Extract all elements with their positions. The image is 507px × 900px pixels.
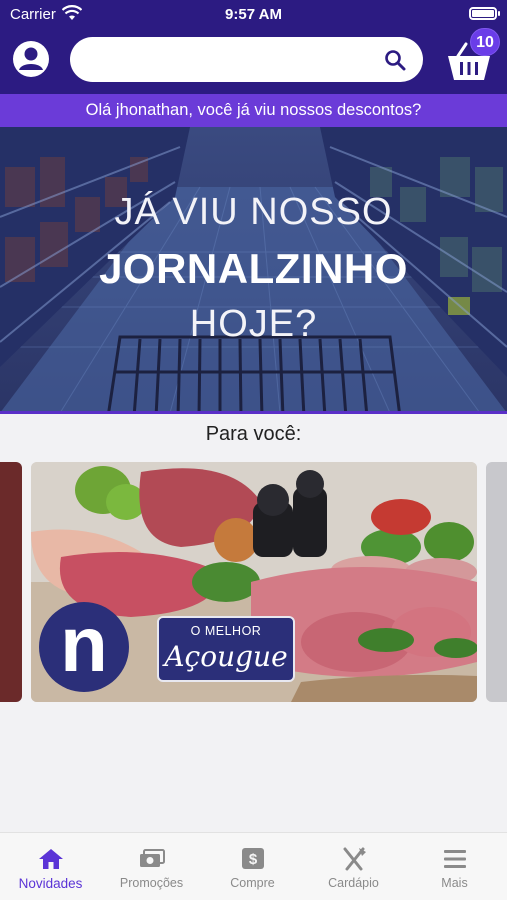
svg-text:$: $ (249, 851, 258, 868)
bottom-tab-bar: Novidades Promoções $ Compre Cardápio Ma… (0, 832, 507, 900)
promo-tag-title: Açougue (164, 640, 288, 673)
tab-mais[interactable]: Mais (404, 833, 505, 900)
tab-compre[interactable]: $ Compre (202, 833, 303, 900)
dollar-box-icon: $ (242, 848, 264, 869)
store-logo-letter: n (60, 600, 108, 688)
store-logo: n (39, 602, 129, 692)
home-icon (39, 849, 63, 869)
tab-label: Compre (230, 876, 275, 890)
tab-label: Promoções (119, 876, 184, 890)
carousel-card-previous[interactable] (0, 462, 22, 702)
app-screen: Carrier 9:57 AM 10 Olá jhonathan, você j… (0, 0, 507, 900)
tab-label: Mais (441, 876, 468, 890)
money-icon (140, 849, 165, 867)
cart-count-badge: 10 (470, 28, 500, 56)
tab-label: Cardápio (328, 876, 379, 890)
tab-promocoes[interactable]: Promoções (101, 833, 202, 900)
status-bar: Carrier 9:57 AM (0, 0, 507, 28)
search-input[interactable] (88, 37, 368, 82)
app-header: Carrier 9:57 AM 10 (0, 0, 507, 94)
promo-tag: O MELHOR Açougue (157, 616, 295, 682)
tab-label: Novidades (18, 876, 83, 891)
search-bar[interactable] (70, 37, 423, 82)
carousel-card-butcher[interactable]: n O MELHOR Açougue (31, 462, 477, 702)
clock: 9:57 AM (225, 6, 282, 23)
hero-line-1: JÁ VIU NOSSO (114, 191, 393, 233)
hero-line-3: HOJE? (189, 303, 318, 345)
hero-line-2: JORNALZINHO (99, 245, 408, 292)
hero-divider (0, 411, 507, 414)
hamburger-menu-icon (444, 850, 466, 868)
promo-tag-top: O MELHOR (190, 624, 262, 638)
section-title: Para você: (205, 423, 302, 445)
search-icon[interactable] (383, 48, 407, 72)
fork-knife-icon (343, 847, 366, 871)
profile-icon[interactable] (12, 40, 50, 78)
tab-cardapio[interactable]: Cardápio (303, 833, 404, 900)
newsletter-hero-banner[interactable]: JÁ VIU NOSSO JORNALZINHO HOJE? (0, 127, 507, 413)
battery-icon (469, 7, 500, 20)
carousel-card-next[interactable] (486, 462, 507, 702)
tab-novidades[interactable]: Novidades (0, 833, 101, 900)
greeting-banner: Olá jhonathan, você já viu nossos descon… (0, 94, 507, 127)
